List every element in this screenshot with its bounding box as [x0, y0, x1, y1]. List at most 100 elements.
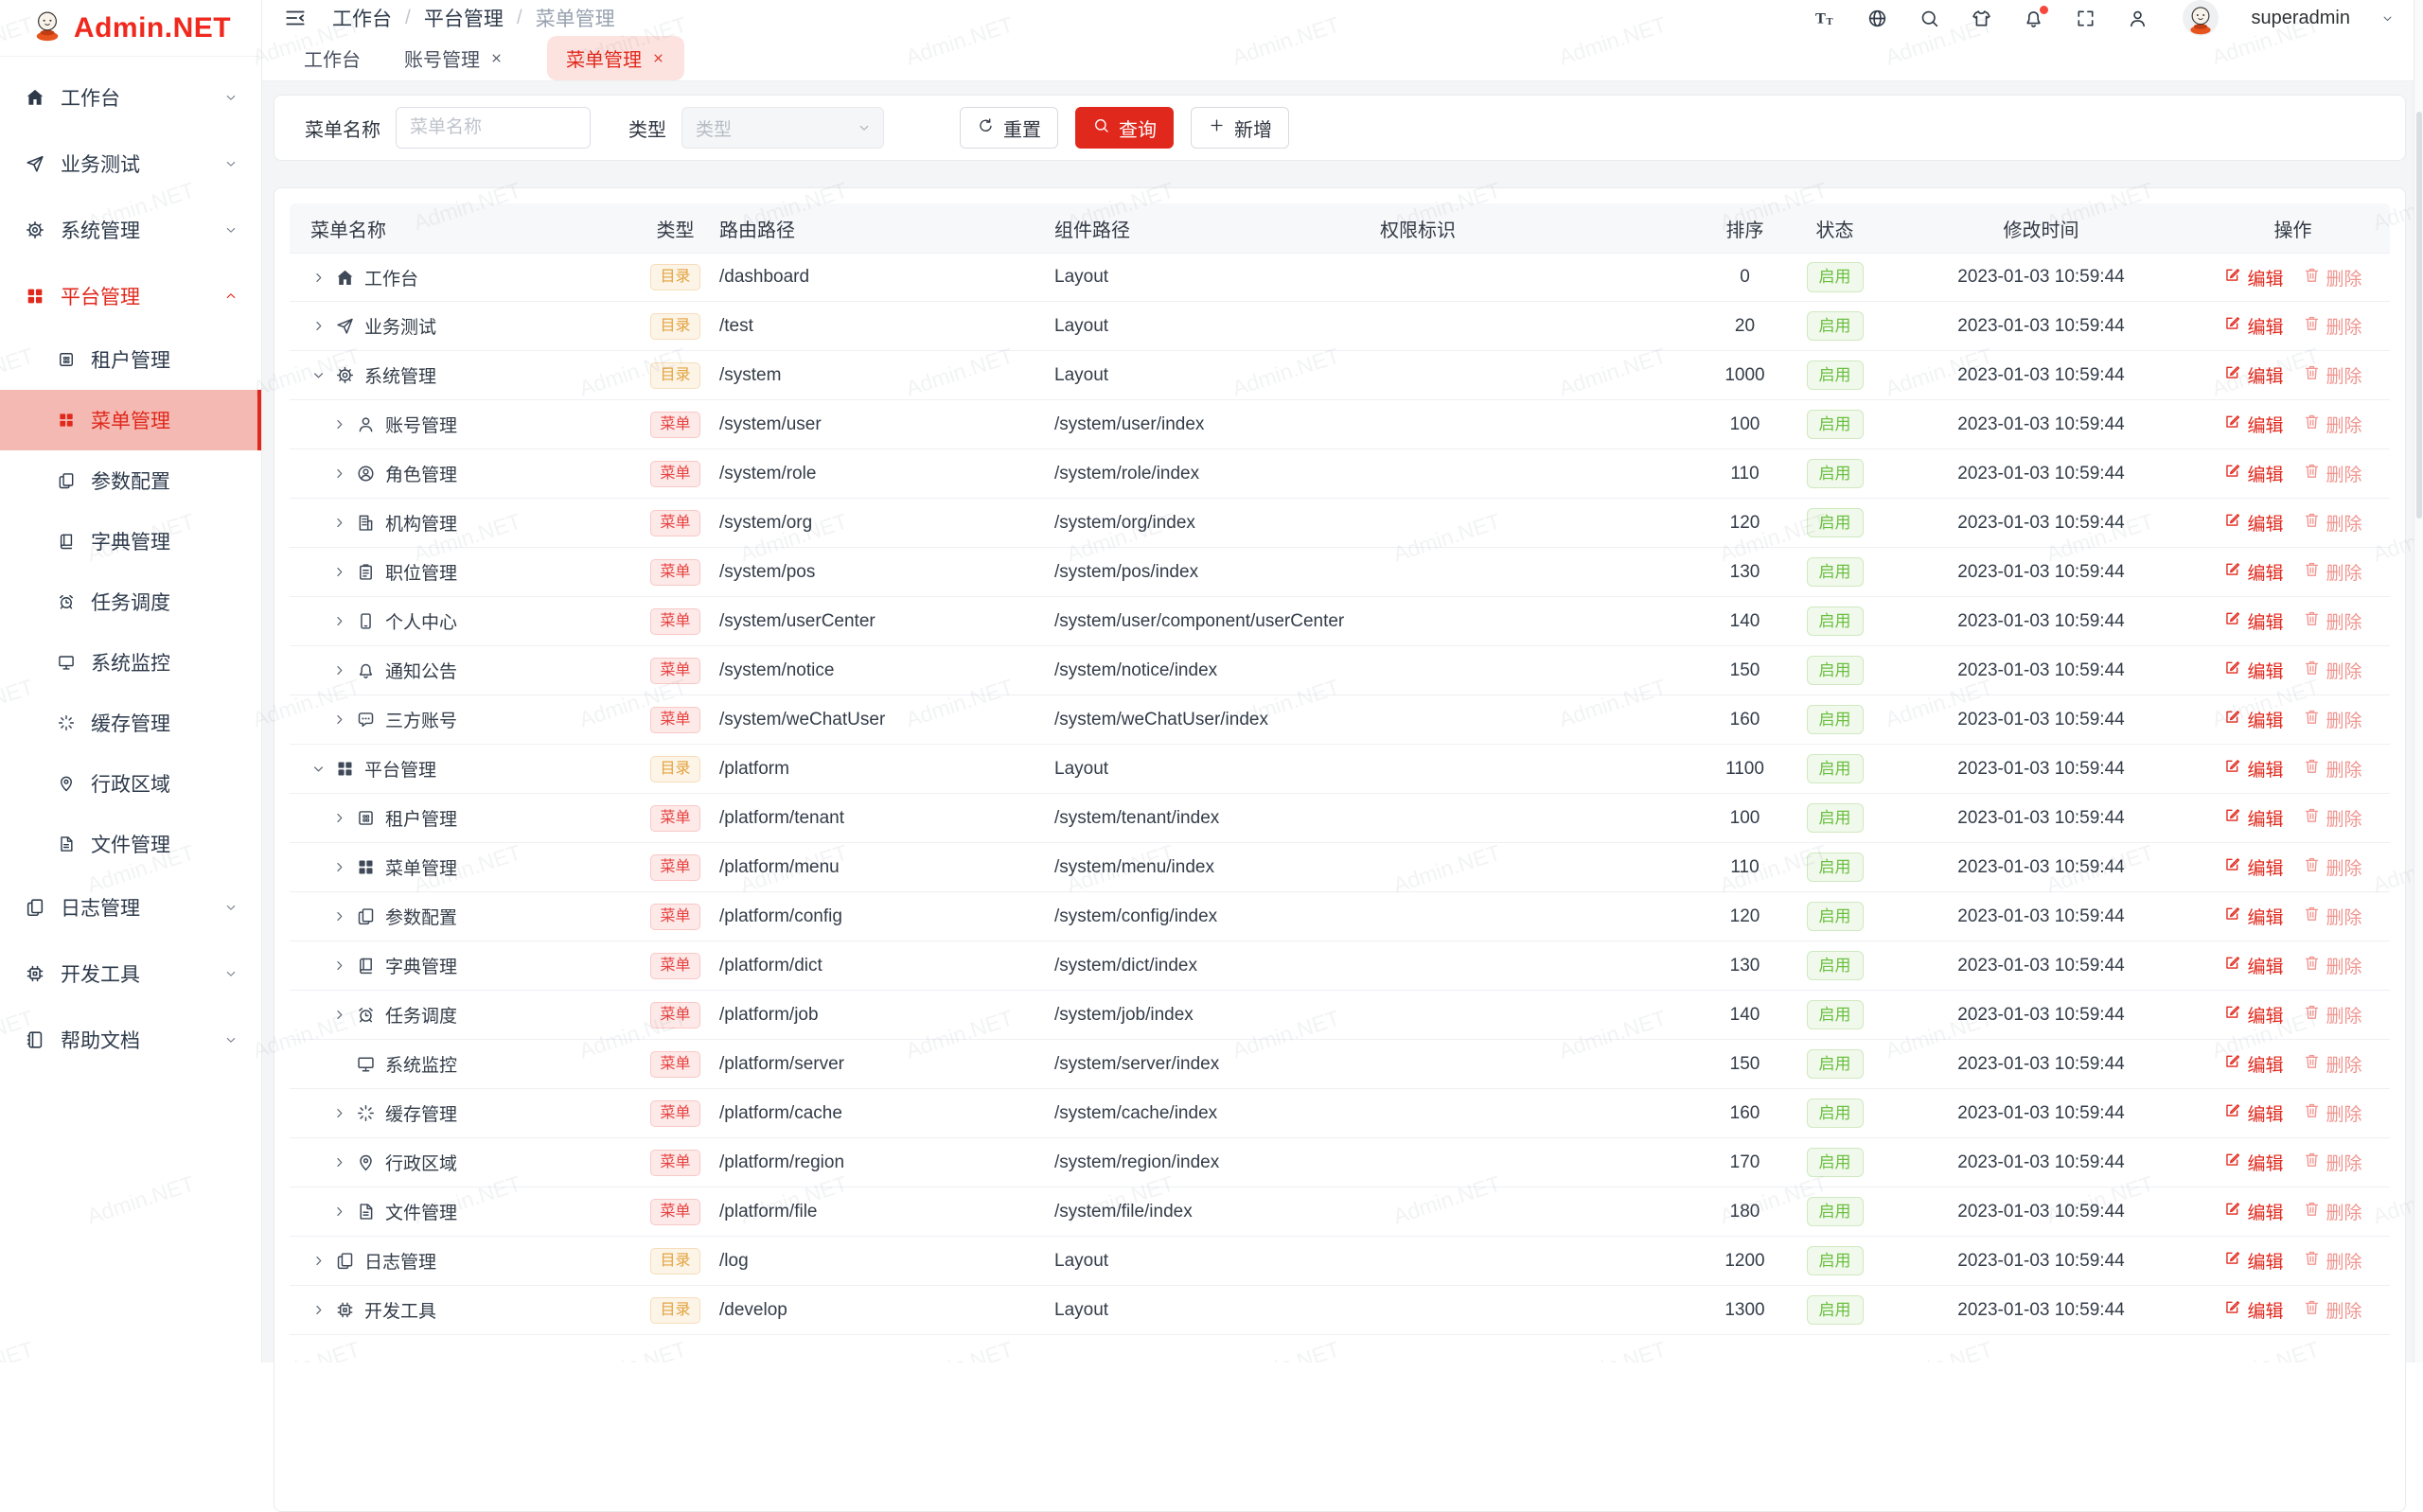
- edit-button[interactable]: 编辑: [2223, 608, 2283, 634]
- delete-button[interactable]: 删除: [2303, 805, 2362, 831]
- expand-row-icon[interactable]: [331, 416, 354, 433]
- font-size-icon[interactable]: TT: [1814, 8, 1836, 29]
- sidebar-item-14[interactable]: 开发工具: [0, 941, 261, 1007]
- expand-row-icon[interactable]: [331, 662, 354, 679]
- delete-button[interactable]: 删除: [2303, 1297, 2362, 1323]
- edit-button[interactable]: 编辑: [2223, 805, 2283, 831]
- menu-name-input[interactable]: [396, 107, 591, 149]
- sidebar-item-10[interactable]: 缓存管理: [0, 693, 261, 753]
- theme-icon[interactable]: [1971, 8, 1992, 29]
- expand-row-icon[interactable]: [331, 613, 354, 630]
- expand-row-icon[interactable]: [331, 1204, 354, 1221]
- expand-row-icon[interactable]: [310, 269, 333, 286]
- edit-button[interactable]: 编辑: [2223, 953, 2283, 978]
- expand-row-icon[interactable]: [331, 1154, 354, 1171]
- delete-button[interactable]: 删除: [2303, 707, 2362, 732]
- edit-button[interactable]: 编辑: [2223, 461, 2283, 486]
- edit-button[interactable]: 编辑: [2223, 756, 2283, 782]
- edit-button[interactable]: 编辑: [2223, 707, 2283, 732]
- delete-button[interactable]: 删除: [2303, 608, 2362, 634]
- expand-row-icon[interactable]: [310, 318, 333, 335]
- collapse-sidebar-icon[interactable]: [283, 6, 308, 30]
- delete-button[interactable]: 删除: [2303, 559, 2362, 585]
- delete-button[interactable]: 删除: [2303, 1248, 2362, 1274]
- expand-row-icon[interactable]: [331, 1007, 354, 1024]
- sidebar-item-1[interactable]: 业务测试: [0, 131, 261, 197]
- sidebar-item-13[interactable]: 日志管理: [0, 874, 261, 941]
- sidebar-item-5[interactable]: 菜单管理: [0, 390, 261, 450]
- edit-button[interactable]: 编辑: [2223, 412, 2283, 437]
- expand-row-icon[interactable]: [310, 1253, 333, 1270]
- expand-row-icon[interactable]: [331, 1105, 354, 1122]
- expand-row-icon[interactable]: [331, 908, 354, 925]
- type-select[interactable]: 类型: [681, 107, 884, 149]
- edit-button[interactable]: 编辑: [2223, 362, 2283, 388]
- edit-button[interactable]: 编辑: [2223, 854, 2283, 880]
- expand-row-icon[interactable]: [331, 859, 354, 876]
- delete-button[interactable]: 删除: [2303, 1002, 2362, 1028]
- expand-row-icon[interactable]: [331, 515, 354, 532]
- collapse-row-icon[interactable]: [310, 367, 333, 384]
- edit-button[interactable]: 编辑: [2223, 1002, 2283, 1028]
- delete-button[interactable]: 删除: [2303, 658, 2362, 683]
- delete-button[interactable]: 删除: [2303, 265, 2362, 290]
- sidebar-item-6[interactable]: 参数配置: [0, 450, 261, 511]
- sidebar-item-3[interactable]: 平台管理: [0, 263, 261, 329]
- edit-button[interactable]: 编辑: [2223, 265, 2283, 290]
- collapse-row-icon[interactable]: [310, 761, 333, 778]
- edit-button[interactable]: 编辑: [2223, 658, 2283, 683]
- delete-button[interactable]: 删除: [2303, 412, 2362, 437]
- edit-button[interactable]: 编辑: [2223, 904, 2283, 929]
- user-avatar[interactable]: [2183, 0, 2219, 36]
- delete-button[interactable]: 删除: [2303, 1199, 2362, 1224]
- breadcrumb-item[interactable]: 平台管理: [424, 4, 504, 32]
- edit-button[interactable]: 编辑: [2223, 1248, 2283, 1274]
- delete-button[interactable]: 删除: [2303, 313, 2362, 339]
- delete-button[interactable]: 删除: [2303, 1051, 2362, 1077]
- delete-button[interactable]: 删除: [2303, 1100, 2362, 1126]
- delete-button[interactable]: 删除: [2303, 461, 2362, 486]
- logo[interactable]: Admin.NET: [0, 0, 261, 57]
- breadcrumb-item[interactable]: 工作台: [332, 4, 392, 32]
- add-button[interactable]: 新增: [1191, 107, 1289, 149]
- close-tab-icon[interactable]: [651, 51, 665, 65]
- person-icon[interactable]: [2127, 8, 2149, 29]
- fullscreen-icon[interactable]: [2075, 8, 2096, 29]
- expand-row-icon[interactable]: [331, 810, 354, 827]
- delete-button[interactable]: 删除: [2303, 362, 2362, 388]
- delete-button[interactable]: 删除: [2303, 953, 2362, 978]
- delete-button[interactable]: 删除: [2303, 854, 2362, 880]
- edit-button[interactable]: 编辑: [2223, 559, 2283, 585]
- tab-0[interactable]: 工作台: [304, 44, 361, 72]
- delete-button[interactable]: 删除: [2303, 904, 2362, 929]
- expand-row-icon[interactable]: [331, 564, 354, 581]
- delete-button[interactable]: 删除: [2303, 756, 2362, 782]
- notification-icon[interactable]: [2023, 8, 2044, 29]
- sidebar-item-15[interactable]: 帮助文档: [0, 1007, 261, 1073]
- chevron-down-icon[interactable]: [2380, 11, 2395, 26]
- tab-2[interactable]: 菜单管理: [547, 36, 684, 80]
- edit-button[interactable]: 编辑: [2223, 1100, 2283, 1126]
- sidebar-item-7[interactable]: 字典管理: [0, 511, 261, 571]
- sidebar-item-9[interactable]: 系统监控: [0, 632, 261, 693]
- edit-button[interactable]: 编辑: [2223, 1150, 2283, 1175]
- page-scrollbar[interactable]: [2414, 0, 2423, 1363]
- reset-button[interactable]: 重置: [960, 107, 1058, 149]
- scrollbar-thumb[interactable]: [2416, 112, 2422, 519]
- search-icon[interactable]: [1919, 8, 1940, 29]
- username[interactable]: superadmin: [2251, 8, 2350, 29]
- edit-button[interactable]: 编辑: [2223, 510, 2283, 536]
- close-tab-icon[interactable]: [489, 51, 504, 65]
- sidebar-item-11[interactable]: 行政区域: [0, 753, 261, 814]
- sidebar-item-8[interactable]: 任务调度: [0, 571, 261, 632]
- delete-button[interactable]: 删除: [2303, 1150, 2362, 1175]
- search-button[interactable]: 查询: [1075, 107, 1174, 149]
- sidebar-item-4[interactable]: 租户管理: [0, 329, 261, 390]
- expand-row-icon[interactable]: [331, 958, 354, 975]
- edit-button[interactable]: 编辑: [2223, 1199, 2283, 1224]
- expand-row-icon[interactable]: [310, 1302, 333, 1319]
- edit-button[interactable]: 编辑: [2223, 1051, 2283, 1077]
- expand-row-icon[interactable]: [331, 466, 354, 483]
- sidebar-item-0[interactable]: 工作台: [0, 64, 261, 131]
- delete-button[interactable]: 删除: [2303, 510, 2362, 536]
